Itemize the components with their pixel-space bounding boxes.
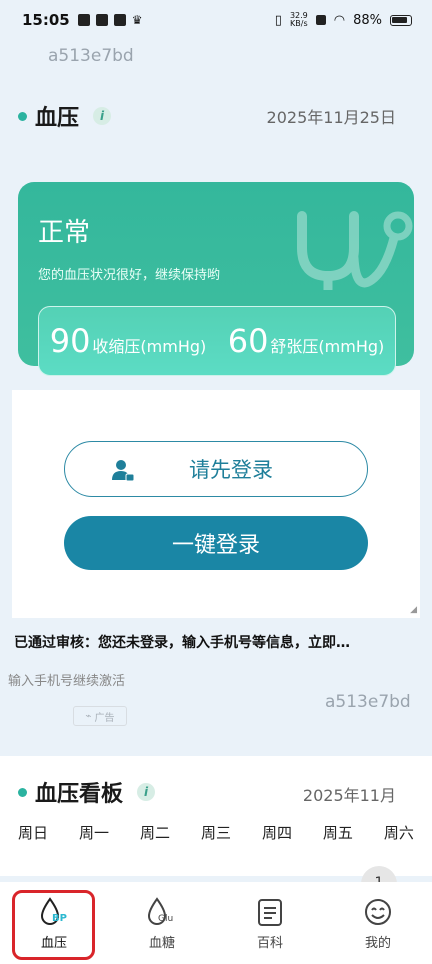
crown-icon: ♛ bbox=[131, 13, 143, 27]
section-dot bbox=[18, 787, 27, 797]
login-first-button[interactable]: 请先登录 bbox=[64, 441, 368, 497]
wifi-icon: ◠ bbox=[333, 12, 346, 28]
app-icon bbox=[113, 14, 126, 26]
diastolic-reading: 60 舒张压(mmHg) bbox=[227, 322, 385, 360]
info-icon[interactable]: i bbox=[93, 107, 112, 125]
sim-icon bbox=[315, 15, 326, 25]
tab-glucose-label: 血糖 bbox=[148, 936, 175, 951]
resize-grip-icon[interactable]: ◢ bbox=[410, 605, 417, 615]
bp-title: 血压 bbox=[35, 106, 80, 131]
activation-hint: 输入手机号继续激活 bbox=[8, 674, 126, 689]
status-description: 您的血压状况很好，继续保持哟 bbox=[38, 268, 221, 283]
status-bar: 15:05 ♛ ▯ 32.9 KB/s ◠ 88% bbox=[0, 0, 432, 40]
highlight-box bbox=[12, 890, 95, 960]
tab-encyclopedia[interactable]: 百科 bbox=[230, 896, 310, 951]
tab-glucose[interactable]: Glu 血糖 bbox=[122, 896, 202, 951]
clipboard-icon bbox=[258, 899, 282, 926]
bp-reading-box: 90 收缩压(mmHg) 60 舒张压(mmHg) bbox=[38, 306, 396, 376]
weekday-fri: 周五 bbox=[322, 824, 353, 842]
board-title: 血压看板 bbox=[35, 782, 124, 807]
weekday-sun: 周日 bbox=[18, 824, 49, 842]
one-click-login-button[interactable]: 一键登录 bbox=[64, 516, 368, 570]
net-speed: 32.9 KB/s bbox=[289, 11, 308, 28]
board-month[interactable]: 2025年11月 bbox=[303, 782, 396, 806]
bp-date: 2025年11月25日 bbox=[266, 108, 396, 127]
systolic-reading: 90 收缩压(mmHg) bbox=[49, 322, 207, 360]
info-icon[interactable]: i bbox=[137, 783, 156, 801]
smile-icon bbox=[365, 899, 391, 925]
status-time: 15:05 bbox=[22, 11, 70, 29]
notification-icons: ♛ bbox=[77, 13, 143, 27]
weekday-mon: 周一 bbox=[78, 824, 109, 842]
svg-text:Glu: Glu bbox=[158, 914, 173, 924]
board-header: 血压看板 i bbox=[18, 776, 156, 808]
battery-icon bbox=[390, 14, 412, 26]
tab-encyclopedia-label: 百科 bbox=[256, 936, 283, 951]
glucose-drop-icon: Glu bbox=[147, 897, 173, 925]
login-first-label: 请先登录 bbox=[189, 458, 273, 482]
ad-badge: ⌁ 广告 bbox=[73, 706, 127, 726]
vibrate-icon: ▯ bbox=[274, 12, 282, 28]
weekday-wed: 周三 bbox=[200, 824, 231, 842]
tab-mine-label: 我的 bbox=[364, 936, 391, 951]
watermark-2: a513e7bd bbox=[325, 692, 411, 712]
ad-logo-icon: ⌁ bbox=[85, 710, 92, 722]
play-icon bbox=[95, 14, 108, 26]
bp-section-header: 血压 i bbox=[18, 100, 112, 132]
user-lock-icon bbox=[112, 460, 135, 482]
watermark: a513e7bd bbox=[48, 46, 134, 66]
section-dot bbox=[18, 111, 27, 121]
battery-percent: 88% bbox=[353, 12, 382, 28]
status-label: 正常 bbox=[38, 218, 91, 248]
weekday-sat: 周六 bbox=[383, 824, 414, 842]
stethoscope-icon bbox=[297, 211, 413, 290]
tab-mine[interactable]: 我的 bbox=[338, 896, 418, 951]
bp-board-section bbox=[0, 756, 432, 876]
login-panel: 请先登录 一键登录 ◢ bbox=[12, 390, 420, 618]
mail-icon bbox=[77, 14, 90, 26]
audit-notice[interactable]: 已通过审核：您还未登录，输入手机号等信息，立即… bbox=[14, 632, 418, 652]
weekday-row: 周日 周一 周二 周三 周四 周五 周六 bbox=[18, 822, 414, 843]
weekday-thu: 周四 bbox=[261, 824, 292, 842]
weekday-tue: 周二 bbox=[139, 824, 170, 842]
